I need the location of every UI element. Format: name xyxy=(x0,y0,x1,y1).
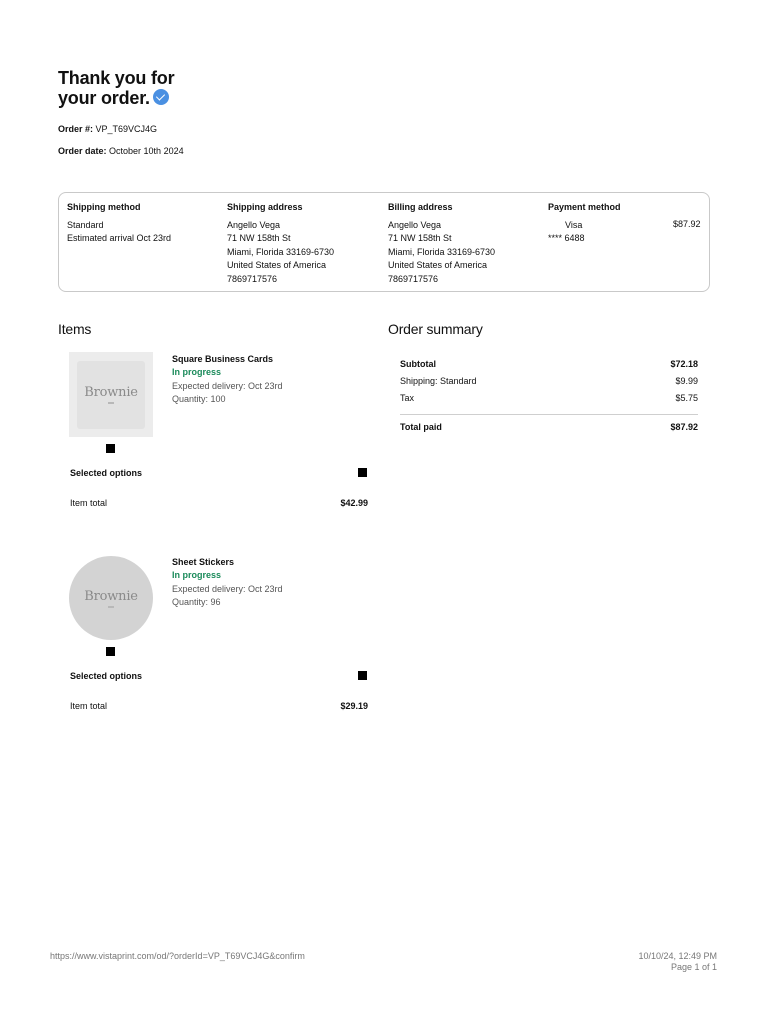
item-name[interactable]: Square Business Cards xyxy=(172,353,273,367)
selected-options-label: Selected options xyxy=(70,671,143,681)
order-date: Order date: October 10th 2024 xyxy=(58,146,184,157)
payment-brand-row: Visa xyxy=(548,219,621,233)
item-quantity: Quantity: 96 xyxy=(172,597,221,607)
item-total-label: Item total xyxy=(70,701,108,711)
item-delivery: Expected delivery: Oct 23rd xyxy=(172,584,283,594)
shipping-method-block: Shipping method Standard Estimated arriv… xyxy=(67,201,171,246)
selected-options-label: Selected options xyxy=(70,468,143,478)
payment-card-number: **** 6488 xyxy=(548,233,585,243)
item-status: In progress xyxy=(172,367,222,377)
shipping-address-line: United States of America xyxy=(227,260,327,270)
shipping-value: $9.99 xyxy=(675,376,698,386)
billing-address-line: Miami, Florida 33169-6730 xyxy=(388,246,496,257)
shipping-method-line: Estimated arrival Oct 23rd xyxy=(67,233,172,243)
billing-address-line: Angello Vega xyxy=(388,219,442,230)
shipping-address-line: 7869717576 xyxy=(227,273,278,284)
shipping-method-heading: Shipping method xyxy=(67,202,141,212)
item-quantity: Quantity: 100 xyxy=(172,394,226,404)
payment-brand: Visa xyxy=(565,219,583,230)
thumbnail-logo-mark xyxy=(108,605,114,608)
payment-method-block: Payment method Visa **** 6488 xyxy=(548,201,621,246)
item-total-value: $29.19 xyxy=(340,701,368,711)
order-date-label: Order date: xyxy=(58,146,107,156)
shipping-method-line: Standard xyxy=(67,219,104,230)
shipping-address-heading: Shipping address xyxy=(227,202,303,212)
shipping-address-line: 71 NW 158th St xyxy=(227,233,291,243)
summary-divider xyxy=(400,414,698,415)
order-date-value: October 10th 2024 xyxy=(109,146,184,156)
thumbnail-logo-mark xyxy=(108,402,114,404)
item-thumbnail: Brownie xyxy=(69,556,153,640)
footer-url: https://www.vistaprint.com/od/?orderId=V… xyxy=(50,951,305,961)
billing-address-block: Billing address Angello Vega 71 NW 158th… xyxy=(388,201,495,286)
thumbnail-logo-text: Brownie xyxy=(84,588,138,604)
footer-meta: 10/10/24, 12:49 PM Page 1 of 1 xyxy=(638,951,717,973)
item-status: In progress xyxy=(172,570,222,580)
billing-address-line: 7869717576 xyxy=(388,273,439,284)
square-icon xyxy=(106,647,115,656)
square-icon[interactable] xyxy=(358,468,367,477)
order-number-value: VP_T69VCJ4G xyxy=(95,124,158,134)
billing-address-line: 71 NW 158th St xyxy=(388,233,452,243)
shipping-address-line: Miami, Florida 33169-6730 xyxy=(227,246,335,257)
page-title-line1: Thank you for xyxy=(58,68,175,88)
items-heading: Items xyxy=(58,321,92,337)
business-card-image: Brownie xyxy=(77,360,145,429)
order-number-label: Order #: xyxy=(58,124,94,134)
item-total-value: $42.99 xyxy=(340,498,368,508)
shipping-label: Shipping: Standard xyxy=(400,376,477,386)
thumbnail-logo-text: Brownie xyxy=(84,385,138,400)
page-title-line2-text: your order. xyxy=(58,88,150,108)
order-summary-heading: Order summary xyxy=(388,321,483,337)
footer-datetime: 10/10/24, 12:49 PM xyxy=(638,951,717,961)
shipping-address-line: Angello Vega xyxy=(227,219,281,230)
page-title: Thank you for your order. xyxy=(58,68,175,108)
total-paid-value: $87.92 xyxy=(670,422,698,432)
check-circle-icon xyxy=(152,89,169,105)
item-total-label: Item total xyxy=(70,498,108,508)
payment-method-heading: Payment method xyxy=(548,202,621,212)
item-delivery: Expected delivery: Oct 23rd xyxy=(172,381,283,391)
item-name[interactable]: Sheet Stickers xyxy=(172,556,234,570)
square-icon[interactable] xyxy=(358,671,367,680)
footer-page-number: Page 1 of 1 xyxy=(670,962,717,972)
billing-address-line: United States of America xyxy=(388,260,488,270)
tax-value: $5.75 xyxy=(675,393,698,403)
order-number: Order #: VP_T69VCJ4G xyxy=(58,124,157,135)
subtotal-value: $72.18 xyxy=(670,359,698,369)
billing-address-heading: Billing address xyxy=(388,202,453,212)
shipping-address-block: Shipping address Angello Vega 71 NW 158t… xyxy=(227,201,334,286)
total-paid-label: Total paid xyxy=(400,422,442,432)
subtotal-label: Subtotal xyxy=(400,359,436,369)
item-thumbnail: Brownie xyxy=(69,352,153,437)
payment-amount: $87.92 xyxy=(673,219,701,229)
page-title-line2: your order. xyxy=(58,88,174,108)
square-icon xyxy=(106,444,115,453)
tax-label: Tax xyxy=(400,393,415,403)
